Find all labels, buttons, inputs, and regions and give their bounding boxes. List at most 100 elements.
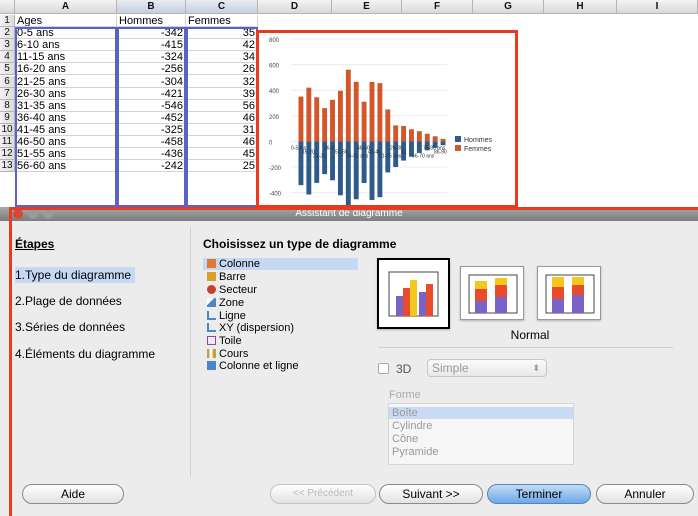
type-item-barre[interactable]: Barre bbox=[203, 271, 358, 283]
row-header[interactable]: 2 bbox=[0, 27, 15, 40]
previous-button[interactable]: << Précédent bbox=[270, 484, 376, 504]
percent-stacked-columns-icon bbox=[545, 274, 595, 314]
cell-c[interactable]: Femmes bbox=[186, 15, 258, 27]
variant-normal[interactable] bbox=[377, 258, 450, 329]
shape-item-cone[interactable]: Cône bbox=[389, 433, 573, 445]
femmes-bar bbox=[424, 133, 430, 142]
femmes-bar bbox=[361, 101, 367, 142]
row-header[interactable]: 11 bbox=[0, 136, 15, 148]
legend-swatch bbox=[455, 136, 461, 142]
cancel-button[interactable]: Annuler bbox=[596, 484, 694, 504]
y-tick-label: 200 bbox=[269, 115, 280, 121]
femmes-bar bbox=[432, 136, 438, 142]
step-data-series[interactable]: 3.Séries de données bbox=[15, 319, 129, 335]
step-chart-elements[interactable]: 4.Éléments du diagramme bbox=[15, 346, 159, 362]
help-button[interactable]: Aide bbox=[22, 484, 124, 504]
steps-heading: Étapes bbox=[15, 237, 55, 251]
femmes-bar bbox=[369, 81, 375, 142]
column-header-a[interactable]: A bbox=[15, 0, 117, 14]
stepper-arrows-icon: ⬍ bbox=[532, 363, 540, 373]
column-header-b[interactable]: B bbox=[117, 0, 186, 14]
row-header[interactable]: 9 bbox=[0, 111, 15, 124]
legend-swatch bbox=[455, 145, 461, 151]
shape-list[interactable]: Boîte Cylindre Cône Pyramide bbox=[388, 403, 574, 465]
variant-stacked[interactable] bbox=[460, 266, 524, 320]
variant-label: Normal bbox=[510, 328, 550, 342]
column-chart-icon bbox=[207, 259, 216, 268]
step-chart-type[interactable]: 1.Type du diagramme bbox=[15, 267, 136, 283]
3d-checkbox[interactable] bbox=[378, 363, 389, 374]
row-header[interactable]: 5 bbox=[0, 63, 15, 76]
scatter-chart-icon bbox=[207, 323, 216, 332]
divider bbox=[378, 347, 673, 348]
row-header[interactable]: 13 bbox=[0, 160, 15, 173]
type-item-label: Secteur bbox=[219, 284, 257, 296]
next-button[interactable]: Suivant >> bbox=[379, 484, 483, 504]
selection-range-a bbox=[15, 27, 117, 207]
corner-header[interactable] bbox=[0, 0, 15, 14]
column-header-g[interactable]: G bbox=[473, 0, 544, 14]
shape-item-boite[interactable]: Boîte bbox=[389, 407, 573, 419]
selection-range-c bbox=[186, 27, 258, 207]
row-header[interactable]: 10 bbox=[0, 123, 15, 136]
femmes-bar bbox=[322, 108, 328, 142]
finish-button[interactable]: Terminer bbox=[487, 484, 591, 504]
femmes-bar bbox=[393, 125, 399, 142]
row-header[interactable]: 12 bbox=[0, 148, 15, 161]
row-header[interactable]: 1 bbox=[0, 15, 15, 27]
row-header[interactable]: 4 bbox=[0, 51, 15, 64]
column-header-d[interactable]: D bbox=[258, 0, 332, 14]
type-item-label: Ligne bbox=[219, 310, 246, 322]
type-item-xy[interactable]: XY (dispersion) bbox=[203, 322, 358, 334]
y-tick-label: -200 bbox=[269, 166, 282, 172]
row-header[interactable]: 3 bbox=[0, 39, 15, 52]
type-item-label: Toile bbox=[219, 335, 242, 347]
shape-item-cylindre[interactable]: Cylindre bbox=[389, 420, 573, 432]
variant-percent-stacked[interactable] bbox=[537, 266, 601, 320]
selection-range-b bbox=[117, 27, 186, 207]
type-item-zone[interactable]: Zone bbox=[203, 297, 358, 309]
cell-b[interactable]: Hommes bbox=[117, 15, 186, 27]
column-header-h[interactable]: H bbox=[544, 0, 617, 14]
femmes-bar bbox=[385, 109, 391, 142]
net-chart-icon bbox=[207, 336, 216, 345]
chart-preview[interactable]: 800 600 400 200 0 -200 -400 0-5ans 16-20 21-25 36-… bbox=[256, 30, 518, 207]
type-item-colonne-ligne[interactable]: Colonne et ligne bbox=[203, 360, 358, 372]
type-item-cours[interactable]: Cours bbox=[203, 348, 358, 360]
cell-a[interactable]: Ages bbox=[15, 15, 117, 27]
spreadsheet: A B C D E F G H I 1 Ages Hommes Femmes 2 0-5 … bbox=[0, 0, 698, 207]
femmes-bar bbox=[314, 97, 320, 142]
row-header[interactable]: 8 bbox=[0, 99, 15, 112]
row-header[interactable]: 7 bbox=[0, 87, 15, 100]
femmes-bar bbox=[353, 81, 359, 142]
type-item-label: XY (dispersion) bbox=[219, 322, 294, 334]
shape-style-select[interactable]: Simple ⬍ bbox=[427, 359, 547, 377]
femmes-bar bbox=[345, 69, 351, 142]
row-header[interactable]: 6 bbox=[0, 75, 15, 88]
stacked-columns-icon bbox=[468, 274, 518, 314]
type-item-ligne[interactable]: Ligne bbox=[203, 310, 358, 322]
column-header-c[interactable]: C bbox=[186, 0, 258, 14]
line-chart-icon bbox=[207, 311, 216, 320]
chart-wizard-dialog: Assistant de diagramme Étapes 1.Type du … bbox=[0, 207, 698, 516]
bar-chart-icon bbox=[207, 272, 216, 281]
shape-style-value: Simple bbox=[432, 361, 469, 375]
column-header-e[interactable]: E bbox=[332, 0, 402, 14]
x-tick-label: 21-25 bbox=[313, 153, 326, 159]
femmes-bar bbox=[401, 126, 407, 142]
hommes-bar bbox=[314, 141, 320, 183]
x-tick-label: 86-90 bbox=[434, 149, 447, 155]
column-header-i[interactable]: I bbox=[617, 0, 698, 14]
type-item-secteur[interactable]: Secteur bbox=[203, 284, 358, 296]
type-item-colonne[interactable]: Colonne bbox=[203, 258, 358, 270]
column-header-f[interactable]: F bbox=[402, 0, 473, 14]
divider bbox=[190, 227, 191, 477]
x-tick-label: 36-4 bbox=[324, 145, 334, 151]
chart-type-list[interactable]: Colonne Barre Secteur Zone Ligne XY (dis… bbox=[203, 258, 358, 408]
shape-item-pyramide[interactable]: Pyramide bbox=[389, 446, 573, 458]
chart-type-heading: Choisissez un type de diagramme bbox=[203, 237, 397, 251]
femmes-bar bbox=[377, 83, 383, 142]
type-item-toile[interactable]: Toile bbox=[203, 335, 358, 347]
x-tick-label: 56-60 ans bbox=[346, 153, 369, 159]
step-data-range[interactable]: 2.Plage de données bbox=[15, 293, 126, 309]
